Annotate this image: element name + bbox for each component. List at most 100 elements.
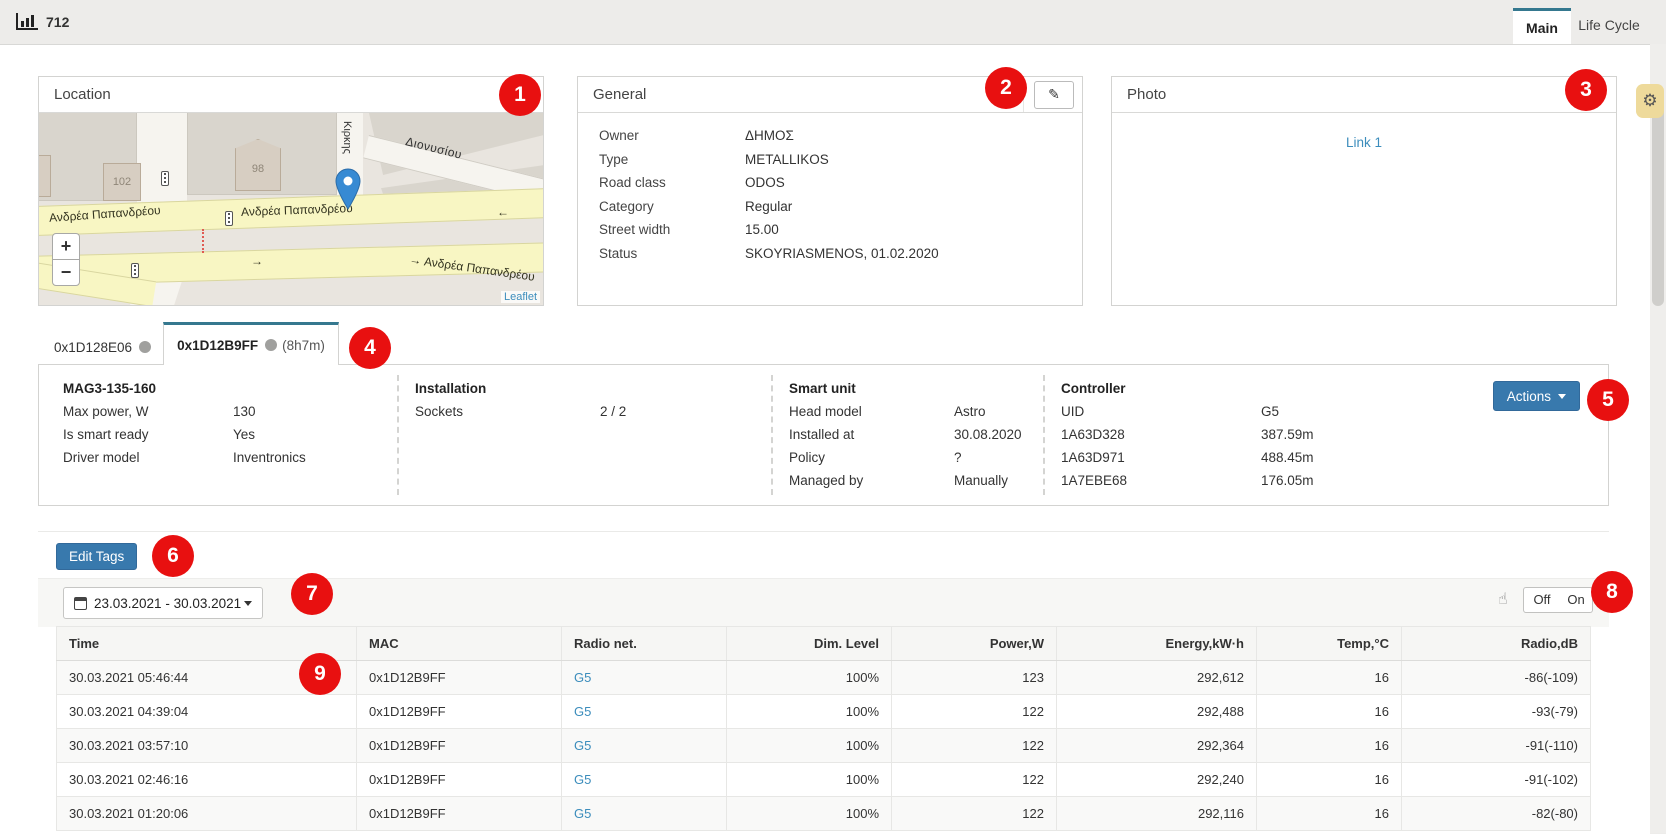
actions-button[interactable]: Actions bbox=[1493, 381, 1580, 411]
annotation-badge-6: 6 bbox=[152, 535, 194, 577]
cell-dim-level: 100% bbox=[727, 797, 892, 831]
field-value: ODOS bbox=[745, 171, 785, 195]
smart-unit-title: Smart unit bbox=[789, 377, 1022, 400]
map-road-label-vertical: Κιρκης bbox=[341, 121, 353, 154]
scrollbar-track[interactable] bbox=[1650, 44, 1666, 833]
cell-dim-level: 100% bbox=[727, 661, 892, 695]
col-header-power[interactable]: Power,W bbox=[892, 627, 1057, 661]
off-button[interactable]: Off bbox=[1523, 587, 1561, 613]
map-building-98: 98 bbox=[235, 139, 281, 191]
map-zoom-control: + − bbox=[52, 233, 80, 286]
col-header-temp[interactable]: Temp,°C bbox=[1257, 627, 1402, 661]
column-separator bbox=[1043, 375, 1045, 495]
building-number: 98 bbox=[252, 163, 264, 175]
cell-dim-level: 100% bbox=[727, 695, 892, 729]
scrollbar-thumb[interactable] bbox=[1652, 96, 1664, 306]
cell-radio-db: -91(-102) bbox=[1402, 763, 1591, 797]
field-value: SKOYRIASMENOS, 01.02.2020 bbox=[745, 242, 939, 266]
zoom-in-button[interactable]: + bbox=[52, 233, 80, 260]
leaflet-attribution-link[interactable]: Leaflet bbox=[501, 291, 540, 303]
map-building bbox=[39, 155, 51, 197]
zoom-out-button[interactable]: − bbox=[52, 259, 80, 286]
device-tab-0x1D12B9FF[interactable]: 0x1D12B9FF(8h7m) bbox=[163, 322, 339, 365]
smart-unit-column: Smart unit Head modelAstro Installed at3… bbox=[789, 377, 1022, 492]
cell-temp: 16 bbox=[1257, 763, 1402, 797]
cell-energy: 292,364 bbox=[1057, 729, 1257, 763]
general-card: General ✎ OwnerΔΗΜΟΣ TypeMETALLIKOS Road… bbox=[577, 76, 1083, 306]
col-header-radio-net[interactable]: Radio net. bbox=[562, 627, 727, 661]
map[interactable]: 102 98 Ανδρέα Παπανδρέου Ανδρέα Παπανδρέ… bbox=[39, 113, 543, 305]
col-header-mac[interactable]: MAC bbox=[357, 627, 562, 661]
field-label: Street width bbox=[599, 218, 745, 242]
cell-energy: 292,240 bbox=[1057, 763, 1257, 797]
radio-net-link[interactable]: G5 bbox=[574, 772, 591, 787]
field-value: 30.08.2020 bbox=[954, 423, 1022, 446]
field-label: Type bbox=[599, 148, 745, 172]
cell-radio-net: G5 bbox=[562, 661, 727, 695]
field-value: Yes bbox=[233, 423, 255, 446]
hand-pointer-icon: ☝ bbox=[1498, 589, 1508, 609]
on-button-label: On bbox=[1567, 592, 1584, 607]
lamp-counter: 712 bbox=[46, 14, 69, 30]
col-header-radio-db[interactable]: Radio,dB bbox=[1402, 627, 1591, 661]
radio-net-link[interactable]: G5 bbox=[574, 670, 591, 685]
map-arrow-right: → bbox=[251, 254, 263, 268]
settings-gear-button[interactable]: ⚙ bbox=[1636, 84, 1664, 118]
map-building-102: 102 bbox=[103, 163, 141, 201]
cell-mac: 0x1D12B9FF bbox=[357, 797, 562, 831]
cell-radio-net: G5 bbox=[562, 729, 727, 763]
tab-life-cycle-label: Life Cycle bbox=[1578, 17, 1639, 33]
location-card-title: Location bbox=[39, 77, 543, 113]
field-label: Owner bbox=[599, 124, 745, 148]
photo-link-1[interactable]: Link 1 bbox=[1112, 135, 1616, 150]
field-label: 1A7EBE68 bbox=[1061, 469, 1261, 492]
cell-energy: 292,116 bbox=[1057, 797, 1257, 831]
section-divider bbox=[38, 531, 1609, 532]
col-header-energy[interactable]: Energy,kW·h bbox=[1057, 627, 1257, 661]
annotation-badge-8: 8 bbox=[1591, 571, 1633, 613]
device-model-column: MAG3-135-160 Max power, W130 Is smart re… bbox=[63, 377, 306, 469]
radio-net-link[interactable]: G5 bbox=[574, 738, 591, 753]
field-label: 1A63D328 bbox=[1061, 423, 1261, 446]
field-label: Max power, W bbox=[63, 400, 233, 423]
device-tab-label: 0x1D12B9FF bbox=[177, 338, 258, 353]
date-range-picker[interactable]: 23.03.2021 - 30.03.2021 bbox=[63, 587, 263, 619]
cell-mac: 0x1D12B9FF bbox=[357, 695, 562, 729]
cell-time: 30.03.2021 04:39:04 bbox=[57, 695, 357, 729]
tab-main[interactable]: Main bbox=[1513, 8, 1571, 44]
cell-power: 122 bbox=[892, 729, 1057, 763]
col-header-dim-level[interactable]: Dim. Level bbox=[727, 627, 892, 661]
field-label: Policy bbox=[789, 446, 954, 469]
annotation-badge-5: 5 bbox=[1587, 379, 1629, 421]
annotation-badge-7: 7 bbox=[291, 573, 333, 615]
map-marker-pin[interactable] bbox=[335, 168, 361, 213]
field-label: UID bbox=[1061, 400, 1261, 423]
field-value: Manually bbox=[954, 469, 1008, 492]
general-card-body: OwnerΔΗΜΟΣ TypeMETALLIKOS Road classODOS… bbox=[578, 113, 1082, 276]
cell-radio-db: -82(-80) bbox=[1402, 797, 1591, 831]
traffic-light-icon bbox=[131, 263, 139, 278]
column-separator bbox=[397, 375, 399, 495]
on-button[interactable]: On bbox=[1560, 587, 1593, 613]
off-button-label: Off bbox=[1533, 592, 1550, 607]
cell-mac: 0x1D12B9FF bbox=[357, 661, 562, 695]
cell-mac: 0x1D12B9FF bbox=[357, 763, 562, 797]
tab-main-label: Main bbox=[1526, 20, 1558, 36]
edit-tags-button[interactable]: Edit Tags bbox=[56, 543, 137, 570]
radio-net-link[interactable]: G5 bbox=[574, 704, 591, 719]
field-label: Sockets bbox=[415, 400, 600, 423]
actions-button-label: Actions bbox=[1507, 389, 1551, 404]
tab-life-cycle[interactable]: Life Cycle bbox=[1571, 8, 1647, 44]
field-label: Status bbox=[599, 242, 745, 266]
annotation-badge-2: 2 bbox=[985, 67, 1027, 109]
radio-net-link[interactable]: G5 bbox=[574, 806, 591, 821]
cell-temp: 16 bbox=[1257, 695, 1402, 729]
device-tab-0x1D128E06[interactable]: 0x1D128E06 bbox=[38, 330, 167, 364]
field-value: Inventronics bbox=[233, 446, 306, 469]
table-row: 30.03.2021 03:57:10 0x1D12B9FF G5 100% 1… bbox=[57, 729, 1591, 763]
edit-general-button[interactable]: ✎ bbox=[1034, 81, 1074, 109]
cell-dim-level: 100% bbox=[727, 729, 892, 763]
cell-time: 30.03.2021 02:46:16 bbox=[57, 763, 357, 797]
map-street bbox=[137, 113, 187, 203]
traffic-light-icon bbox=[161, 171, 169, 186]
